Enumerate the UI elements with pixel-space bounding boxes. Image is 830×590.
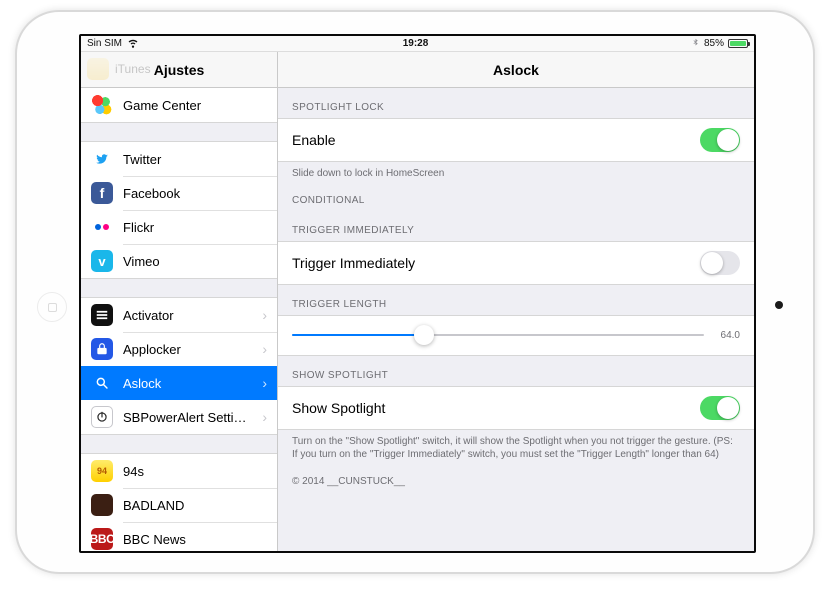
flickr-icon [91,216,113,238]
sidebar-item-label: BBC News [123,532,267,547]
section-header-conditional: CONDITIONAL [278,181,754,211]
sidebar-item-applocker[interactable]: Applocker › [81,332,277,366]
sidebar-item-label: Applocker [123,342,252,357]
trigger-length-value: 64.0 [714,330,740,341]
faded-prev-row: iTunes [87,58,151,80]
slider-thumb[interactable] [414,325,434,345]
sidebar-item-label: BADLAND [123,498,267,513]
enable-cell[interactable]: Enable [278,118,754,162]
bbc-icon: BBC [91,528,113,550]
battery-icon [728,39,748,48]
show-spotlight-switch[interactable] [700,396,740,420]
enable-switch[interactable] [700,128,740,152]
sidebar-item-label: Flickr [123,220,267,235]
chevron-right-icon: › [262,409,267,425]
sidebar-item-label: Facebook [123,186,267,201]
vimeo-icon: v [91,250,113,272]
show-spotlight-cell[interactable]: Show Spotlight [278,386,754,430]
home-button[interactable] [37,292,67,322]
sidebar-navbar: iTunes Ajustes [81,52,278,87]
ipad-frame: Sin SIM 19:28 85% iT [15,10,815,574]
clock: 19:28 [140,38,691,49]
sidebar-item-label: Aslock [123,376,252,391]
bluetooth-icon [691,38,700,49]
chevron-right-icon: › [262,375,267,391]
activator-icon [91,304,113,326]
sidebar-item-94s[interactable]: 94 94s [81,454,277,488]
section-header-spotlight-lock: SPOTLIGHT LOCK [278,88,754,118]
sidebar-item-sbpower[interactable]: SBPowerAlert Settings › [81,400,277,434]
sidebar-item-game-center[interactable]: Game Center [81,88,277,122]
navigation-bar: iTunes Ajustes Aslock [81,52,754,88]
sidebar-item-label: Twitter [123,152,267,167]
show-spotlight-label: Show Spotlight [292,400,700,416]
trigger-length-slider[interactable] [292,334,704,336]
sidebar-item-aslock[interactable]: Aslock › [81,366,277,400]
sidebar-item-bbc[interactable]: BBC BBC News [81,522,277,551]
sidebar-item-label: Vimeo [123,254,267,269]
detail-navbar: Aslock [278,52,754,87]
sidebar-title: Ajustes [154,62,205,78]
sidebar-item-facebook[interactable]: f Facebook [81,176,277,210]
trigger-immediately-cell[interactable]: Trigger Immediately [278,241,754,285]
enable-label: Enable [292,132,700,148]
aslock-icon [91,372,113,394]
wifi-icon [126,36,140,52]
sidebar-item-twitter[interactable]: Twitter [81,142,277,176]
sidebar-item-label: SBPowerAlert Settings [123,410,252,425]
sidebar-item-label: Game Center [123,98,267,113]
twitter-icon [91,148,113,170]
battery-pct: 85% [704,38,724,49]
applocker-icon [91,338,113,360]
show-spotlight-footer: Turn on the "Show Spotlight" switch, it … [278,430,754,462]
sidebar-item-vimeo[interactable]: v Vimeo [81,244,277,278]
sidebar-item-badland[interactable]: BADLAND [81,488,277,522]
sbpower-icon [91,406,113,428]
94s-icon: 94 [91,460,113,482]
copyright: © 2014 __CUNSTUCK__ [278,462,754,501]
settings-detail[interactable]: SPOTLIGHT LOCK Enable Slide down to lock… [278,88,754,551]
chevron-right-icon: › [262,341,267,357]
sidebar-item-label: 94s [123,464,267,479]
badland-icon [91,494,113,516]
detail-title: Aslock [493,62,539,78]
enable-footer: Slide down to lock in HomeScreen [278,162,754,181]
section-header-trigger-imm: TRIGGER IMMEDIATELY [278,211,754,241]
trigger-length-cell[interactable]: 64.0 [278,315,754,356]
section-header-show-spotlight: SHOW SPOTLIGHT [278,356,754,386]
front-camera [775,301,783,309]
chevron-right-icon: › [262,307,267,323]
settings-sidebar[interactable]: Game Center Twitter f Facebook Flickrv Vimeo A… [81,88,278,551]
sidebar-item-flickr[interactable]: Flickr [81,210,277,244]
carrier-label: Sin SIM [87,38,122,49]
trigger-immediately-label: Trigger Immediately [292,255,700,271]
sidebar-item-label: Activator [123,308,252,323]
sidebar-item-activator[interactable]: Activator › [81,298,277,332]
game-center-icon [91,94,113,116]
section-header-trigger-len: TRIGGER LENGTH [278,285,754,315]
status-bar: Sin SIM 19:28 85% [81,36,754,52]
trigger-immediately-switch[interactable] [700,251,740,275]
facebook-icon: f [91,182,113,204]
